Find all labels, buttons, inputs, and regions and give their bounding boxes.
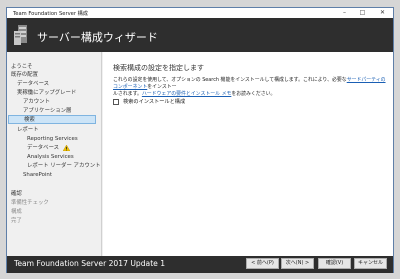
- minimize-button[interactable]: –: [337, 8, 352, 18]
- sidebar-item-report-reader-account[interactable]: レポート リーダー アカウント: [27, 162, 112, 170]
- sidebar-item-production-upgrade[interactable]: 実稼働にアップグレード: [17, 89, 76, 97]
- back-button[interactable]: < 前へ(P): [246, 258, 279, 269]
- maximize-button[interactable]: □: [355, 8, 370, 18]
- description: これらの設定を使用して、オプションの Search 機能をインストールして構成し…: [113, 77, 388, 98]
- next-button[interactable]: 次へ(N) >: [281, 258, 314, 269]
- page-title: 検索構成の設定を指定します: [113, 64, 204, 72]
- warning-icon: [62, 144, 70, 151]
- sidebar-item-reporting[interactable]: レポート: [17, 126, 39, 134]
- install-search-checkbox[interactable]: [113, 99, 119, 105]
- sidebar-item-readiness-checks: 準備性チェック: [11, 200, 49, 206]
- sidebar-item-review[interactable]: 確認: [11, 190, 22, 198]
- sidebar-item-configure: 構成: [11, 209, 22, 215]
- close-button[interactable]: ✕: [375, 8, 390, 18]
- product-name: Team Foundation Server 2017 Update 1: [14, 259, 166, 268]
- sidebar-item-account[interactable]: アカウント: [23, 98, 50, 106]
- description-text: をお読みください。: [231, 91, 276, 97]
- sidebar-item-report-database-label: データベース: [27, 145, 60, 151]
- title-bar: Team Foundation Server 構成 – □ ✕: [7, 8, 393, 18]
- sidebar-item-application-tier[interactable]: アプリケーション層: [23, 107, 71, 115]
- sidebar-item-complete: 完了: [11, 218, 22, 224]
- install-search-label[interactable]: 検索のインストールと構成: [123, 98, 185, 106]
- sidebar-item-existing-deployment[interactable]: 既存の配置: [11, 71, 38, 79]
- wizard-header: サーバー構成ウィザード: [7, 18, 393, 52]
- verify-button[interactable]: 確認(V): [318, 258, 351, 269]
- wizard-title: サーバー構成ウィザード: [37, 31, 158, 44]
- main-panel: 検索構成の設定を指定します これらの設定を使用して、オプションの Search …: [103, 52, 393, 256]
- cancel-button[interactable]: キャンセル: [354, 258, 387, 269]
- server-icon: [14, 25, 27, 45]
- window-title: Team Foundation Server 構成: [13, 11, 88, 17]
- sidebar-item-report-database[interactable]: データベース: [27, 144, 70, 152]
- sidebar-item-analysis-services[interactable]: Analysis Services: [27, 153, 74, 161]
- description-text: ルされます。: [113, 91, 142, 97]
- wizard-footer: Team Foundation Server 2017 Update 1 < 前…: [7, 256, 393, 273]
- sidebar-item-reporting-services[interactable]: Reporting Services: [27, 135, 78, 143]
- sidebar-item-sharepoint[interactable]: SharePoint: [23, 171, 52, 179]
- hardware-requirements-link[interactable]: ハードウェアの要件とインストール メモ: [142, 91, 232, 97]
- sidebar-item-report-reader-account-label: レポート リーダー アカウント: [27, 163, 101, 169]
- sidebar-item-database[interactable]: データベース: [17, 80, 49, 88]
- sidebar-item-search[interactable]: 検索: [8, 115, 96, 124]
- description-text: これらの設定を使用して、オプションの Search 機能をインストールして構成し…: [113, 77, 347, 83]
- sidebar-item-search-label: 検索: [24, 117, 35, 123]
- wizard-window: Team Foundation Server 構成 – □ ✕ サーバー構成ウィ…: [6, 7, 394, 273]
- sidebar-item-welcome[interactable]: ようこそ: [11, 63, 33, 71]
- wizard-sidebar: ようこそ 既存の配置 データベース 実稼働にアップグレード アカウント アプリケ…: [7, 52, 112, 256]
- description-text: をインストー: [147, 84, 177, 90]
